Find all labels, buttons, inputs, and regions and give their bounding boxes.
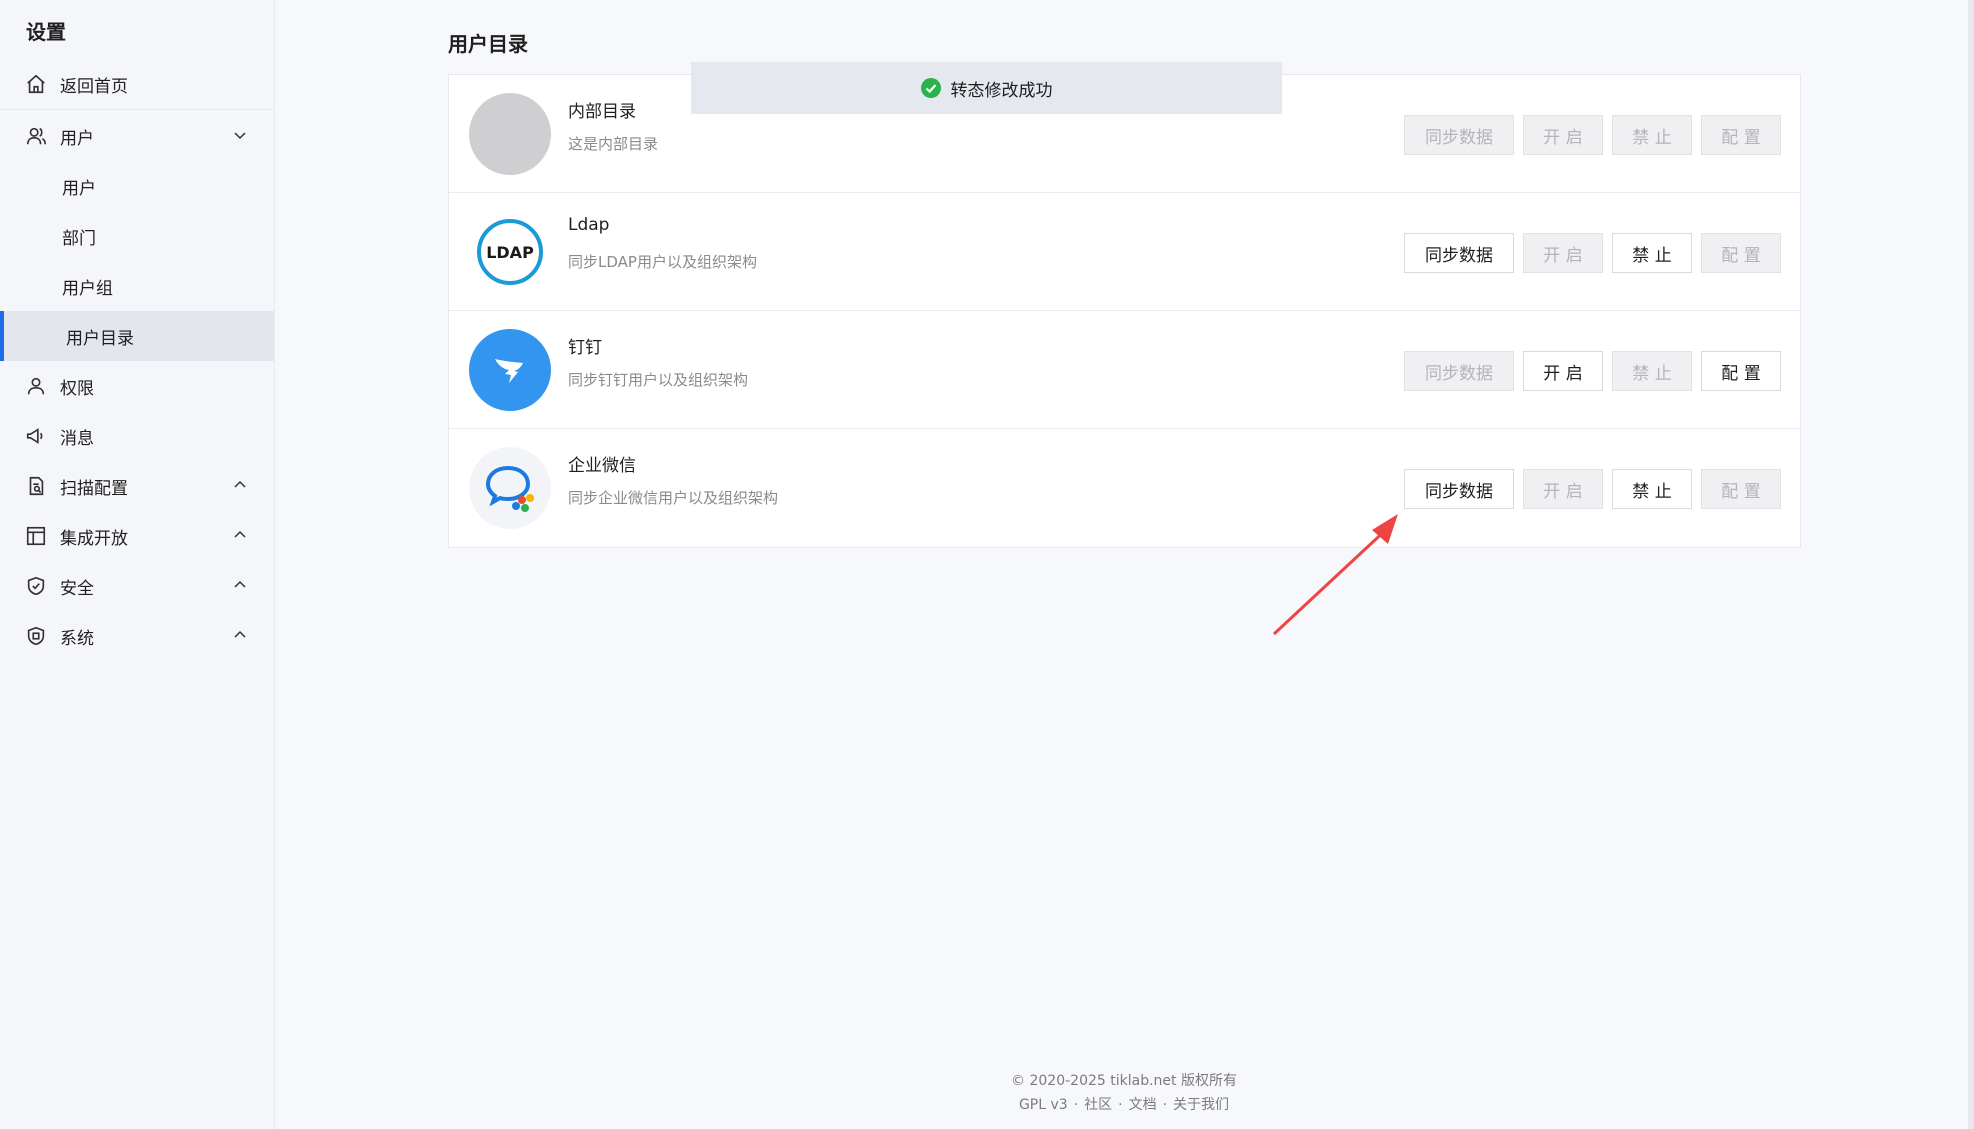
sidebar-item-label: 扫描配置	[60, 478, 128, 499]
users-icon	[24, 124, 48, 148]
sidebar-subitem-user[interactable]: 用户	[0, 161, 274, 211]
directory-desc: 同步LDAP用户以及组织架构	[568, 253, 757, 271]
directory-name: 企业微信	[568, 456, 636, 476]
footer-links: GPL v3 · 社区 · 文档 · 关于我们	[1018, 1097, 1230, 1113]
sidebar-item-label: 消息	[60, 428, 94, 449]
sidebar-item-users[interactable]: 用户	[0, 111, 274, 161]
sidebar-subitem-usergroup[interactable]: 用户组	[0, 261, 274, 311]
list-item: 企业微信 同步企业微信用户以及组织架构 同步数据 开 启 禁 止 配 置	[449, 429, 1800, 547]
sidebar-item-message[interactable]: 消息	[0, 411, 274, 461]
sidebar-item-integration[interactable]: 集成开放	[0, 511, 274, 561]
sidebar-item-home[interactable]: 返回首页	[0, 59, 274, 109]
enable-button[interactable]: 开 启	[1523, 469, 1603, 509]
sidebar-item-permission[interactable]: 权限	[0, 361, 274, 411]
sidebar-item-security[interactable]: 安全	[0, 561, 274, 611]
enable-button[interactable]: 开 启	[1523, 351, 1603, 391]
config-button[interactable]: 配 置	[1701, 469, 1781, 509]
home-icon	[24, 72, 48, 96]
ldap-logo-text: LDAP	[486, 243, 534, 262]
directory-name: 钉钉	[568, 338, 602, 358]
sync-data-button[interactable]: 同步数据	[1404, 115, 1514, 155]
toast-message: 转态修改成功	[950, 80, 1053, 101]
sidebar-subitem-label: 用户组	[62, 278, 113, 299]
directory-list: 内部目录 这是内部目录 同步数据 开 启 禁 止 配 置 LDAP Ldap 同…	[448, 74, 1801, 548]
ldap-icon: LDAP	[469, 211, 551, 293]
sidebar-subitem-label: 部门	[62, 228, 96, 249]
sidebar-subitem-user-directory[interactable]: 用户目录	[0, 311, 274, 361]
chevron-up-icon	[234, 530, 246, 538]
sidebar-item-label: 系统	[60, 628, 94, 649]
config-button[interactable]: 配 置	[1701, 233, 1781, 273]
sidebar-subitem-label: 用户目录	[66, 328, 134, 349]
document-scan-icon	[24, 474, 48, 498]
license-link[interactable]: GPL v3	[1019, 1097, 1068, 1113]
page-title: 用户目录	[448, 32, 528, 56]
system-shield-icon	[24, 624, 48, 648]
placeholder-avatar	[469, 93, 551, 175]
megaphone-icon	[24, 424, 48, 448]
shield-icon	[24, 574, 48, 598]
sidebar: 设置 返回首页 用户 用户 部门 用户组 用户目录 权限 消息 扫描配置 集成开…	[0, 0, 275, 1129]
disable-button[interactable]: 禁 止	[1612, 469, 1692, 509]
sync-data-button[interactable]: 同步数据	[1404, 351, 1514, 391]
list-item: LDAP Ldap 同步LDAP用户以及组织架构 同步数据 开 启 禁 止 配 …	[449, 193, 1800, 311]
sidebar-item-label: 用户	[60, 128, 94, 149]
success-toast: 转态修改成功	[691, 62, 1282, 114]
about-link[interactable]: 关于我们	[1173, 1097, 1229, 1113]
footer-copyright: © 2020-2025 tiklab.net 版权所有	[1011, 1073, 1237, 1089]
docs-link[interactable]: 文档	[1129, 1097, 1157, 1113]
annotation-arrow	[1272, 514, 1398, 636]
disable-button[interactable]: 禁 止	[1612, 233, 1692, 273]
check-circle-icon	[920, 78, 941, 98]
directory-desc: 这是内部目录	[568, 135, 659, 153]
config-button[interactable]: 配 置	[1701, 115, 1781, 155]
sidebar-item-label: 返回首页	[60, 76, 128, 97]
sidebar-title: 设置	[26, 20, 66, 44]
layout-icon	[24, 524, 48, 548]
sync-data-button[interactable]: 同步数据	[1404, 233, 1514, 273]
chevron-up-icon	[234, 580, 246, 588]
divider	[0, 109, 274, 110]
directory-desc: 同步企业微信用户以及组织架构	[568, 489, 779, 507]
sidebar-subitem-department[interactable]: 部门	[0, 211, 274, 261]
sidebar-item-system[interactable]: 系统	[0, 611, 274, 661]
disable-button[interactable]: 禁 止	[1612, 115, 1692, 155]
wecom-icon	[469, 447, 551, 529]
dingtalk-icon	[469, 329, 551, 411]
enable-button[interactable]: 开 启	[1523, 115, 1603, 155]
directory-name: 内部目录	[568, 102, 636, 122]
enable-button[interactable]: 开 启	[1523, 233, 1603, 273]
config-button[interactable]: 配 置	[1701, 351, 1781, 391]
list-item: 钉钉 同步钉钉用户以及组织架构 同步数据 开 启 禁 止 配 置	[449, 311, 1800, 429]
scrollbar[interactable]	[1968, 0, 1974, 1129]
sidebar-item-scan-config[interactable]: 扫描配置	[0, 461, 274, 511]
sync-data-button[interactable]: 同步数据	[1404, 469, 1514, 509]
chevron-down-icon	[234, 132, 246, 140]
user-icon	[24, 374, 48, 398]
disable-button[interactable]: 禁 止	[1612, 351, 1692, 391]
sidebar-subitem-label: 用户	[62, 178, 96, 199]
chevron-up-icon	[234, 480, 246, 488]
directory-desc: 同步钉钉用户以及组织架构	[568, 371, 749, 389]
chevron-up-icon	[234, 630, 246, 638]
sidebar-item-label: 安全	[60, 578, 94, 599]
directory-name: Ldap	[568, 215, 610, 235]
sidebar-item-label: 权限	[60, 378, 94, 399]
community-link[interactable]: 社区	[1084, 1097, 1112, 1113]
sidebar-item-label: 集成开放	[60, 528, 128, 549]
